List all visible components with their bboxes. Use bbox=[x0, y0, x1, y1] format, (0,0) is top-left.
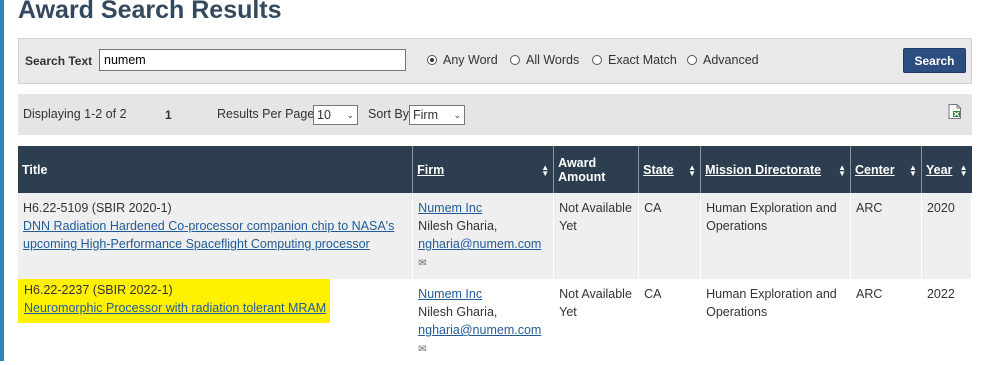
sort-icon: ▲ ▼ bbox=[541, 162, 550, 178]
radio-advanced[interactable]: Advanced bbox=[687, 53, 759, 67]
sort-by-label: Sort By bbox=[368, 107, 409, 121]
sort-icon: ▲ ▼ bbox=[909, 162, 917, 178]
center-cell: ARC bbox=[850, 193, 922, 279]
mission-directorate-cell: Human Exploration and Operations bbox=[700, 193, 851, 279]
chevron-down-icon: ⌄ bbox=[346, 109, 354, 120]
award-title-link[interactable]: DNN Radiation Hardened Co-processor comp… bbox=[23, 219, 394, 251]
firm-link[interactable]: Numem Inc bbox=[418, 201, 482, 215]
radio-all-words[interactable]: All Words bbox=[510, 53, 579, 67]
header-state[interactable]: State ▲ ▼ bbox=[638, 146, 702, 193]
radio-any-word[interactable]: Any Word bbox=[427, 53, 498, 67]
header-center[interactable]: Center ▲ ▼ bbox=[850, 146, 922, 193]
title-cell: H6.22-5109 (SBIR 2020-1) DNN Radiation H… bbox=[18, 193, 414, 279]
header-firm[interactable]: Firm ▲ ▼ bbox=[412, 146, 555, 193]
header-title: Title bbox=[18, 146, 414, 193]
center-cell: ARC bbox=[850, 279, 922, 365]
page-title: Award Search Results bbox=[18, 0, 282, 24]
year-cell: 2020 bbox=[921, 193, 973, 279]
contact-name: Nilesh Gharia, bbox=[418, 219, 498, 233]
mail-icon[interactable]: ✉ bbox=[418, 341, 548, 359]
table-row: H6.22-5109 (SBIR 2020-1) DNN Radiation H… bbox=[18, 193, 973, 279]
header-award-amount: Award Amount bbox=[553, 146, 640, 193]
firm-cell: Numem Inc Nilesh Gharia, ngharia@numem.c… bbox=[412, 193, 555, 279]
highlighted-result: H6.22-2237 (SBIR 2022-1) Neuromorphic Pr… bbox=[18, 279, 331, 323]
table-header-row: Title Firm ▲ ▼ Award Amount State ▲ ▼ Miss… bbox=[18, 146, 972, 193]
firm-cell: Numem Inc Nilesh Gharia, ngharia@numem.c… bbox=[412, 279, 555, 365]
state-cell: CA bbox=[638, 193, 702, 279]
sort-icon: ▲ ▼ bbox=[688, 162, 697, 178]
displaying-count: Displaying 1-2 of 2 bbox=[23, 107, 127, 121]
email-link[interactable]: ngharia@numem.com bbox=[418, 237, 541, 251]
table-row: H6.22-2237 (SBIR 2022-1) Neuromorphic Pr… bbox=[18, 279, 973, 365]
award-amount-cell: Not Available Yet bbox=[553, 193, 640, 279]
radio-selected-icon bbox=[427, 55, 437, 65]
header-mission-directorate[interactable]: Mission Directorate ▲ ▼ bbox=[700, 146, 851, 193]
radio-exact-match[interactable]: Exact Match bbox=[592, 53, 677, 67]
year-cell: 2022 bbox=[921, 279, 973, 365]
state-cell: CA bbox=[638, 279, 702, 365]
chevron-down-icon: ⌄ bbox=[453, 109, 461, 120]
results-per-page-label: Results Per Page bbox=[217, 107, 315, 121]
title-cell: H6.22-2237 (SBIR 2022-1) Neuromorphic Pr… bbox=[18, 279, 414, 365]
radio-icon bbox=[592, 55, 602, 65]
search-panel: Search Text Any Word All Words Exact Mat… bbox=[18, 38, 972, 84]
search-input[interactable] bbox=[99, 49, 406, 71]
radio-icon bbox=[510, 55, 520, 65]
mail-icon[interactable]: ✉ bbox=[418, 255, 548, 273]
results-toolbar: Displaying 1-2 of 2 1 Results Per Page 1… bbox=[18, 94, 972, 135]
results-table: Title Firm ▲ ▼ Award Amount State ▲ ▼ Miss… bbox=[18, 146, 973, 365]
search-button[interactable]: Search bbox=[903, 48, 966, 73]
page-number[interactable]: 1 bbox=[165, 108, 172, 122]
contact-name: Nilesh Gharia, bbox=[418, 305, 498, 319]
left-accent-stripe bbox=[0, 0, 4, 361]
firm-link[interactable]: Numem Inc bbox=[418, 287, 482, 301]
sort-by-select[interactable]: Firm ⌄ bbox=[409, 105, 465, 125]
award-code: H6.22-2237 (SBIR 2022-1) bbox=[24, 283, 173, 297]
radio-icon bbox=[687, 55, 697, 65]
email-link[interactable]: ngharia@numem.com bbox=[418, 323, 541, 337]
sort-icon: ▲ ▼ bbox=[838, 162, 846, 178]
results-per-page-select[interactable]: 10 ⌄ bbox=[313, 105, 358, 125]
mission-directorate-cell: Human Exploration and Operations bbox=[700, 279, 851, 365]
award-title-link[interactable]: Neuromorphic Processor with radiation to… bbox=[24, 301, 326, 315]
sort-icon: ▲ ▼ bbox=[959, 162, 968, 178]
header-year[interactable]: Year ▲ ▼ bbox=[921, 146, 972, 193]
excel-export-icon[interactable] bbox=[948, 104, 961, 119]
award-code: H6.22-5109 (SBIR 2020-1) bbox=[23, 201, 172, 215]
award-amount-cell: Not Available Yet bbox=[553, 279, 640, 365]
search-text-label: Search Text bbox=[25, 54, 93, 68]
